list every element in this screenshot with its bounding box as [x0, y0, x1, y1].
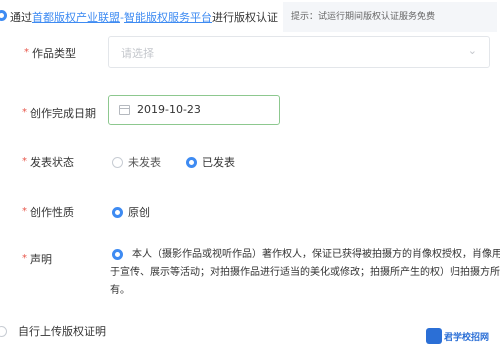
radio-original[interactable]: [112, 207, 123, 218]
free-service-hint: 提示：试运行期间版权认证服务免费: [283, 2, 497, 32]
completion-date-label: 创作完成日期: [30, 107, 96, 120]
platform-prefix: 通过: [10, 11, 32, 24]
platform-suffix: 进行版权认证: [211, 11, 278, 24]
work-type-select[interactable]: 请选择 ⌄: [108, 36, 490, 68]
work-type-placeholder: 请选择: [121, 47, 154, 60]
radio-platform-certification[interactable]: [0, 10, 7, 21]
required-mark: *: [24, 47, 29, 58]
link-smart-copyright-platform[interactable]: 智能版权服务平台: [124, 11, 212, 24]
platform-option-text: 通过首都版权产业联盟-智能版权服务平台进行版权认证: [10, 9, 278, 25]
calendar-icon: [119, 105, 130, 115]
creation-nature-label: 创作性质: [30, 206, 74, 219]
publish-status-label: 发表状态: [30, 156, 74, 169]
watermark-logo: 君学校招网: [426, 328, 498, 346]
option-unpublished[interactable]: 未发表: [128, 154, 161, 170]
option-original[interactable]: 原创: [128, 204, 150, 220]
chevron-down-icon: ⌄: [467, 44, 477, 57]
required-mark: *: [22, 107, 27, 118]
declaration-body: 本人（摄影作品或视听作品）著作权人，保证已获得被拍摄方的肖像权授权，肖像用于宣传…: [110, 249, 500, 296]
completion-date-value: 2019-10-23: [137, 103, 201, 116]
watermark-badge-icon: [426, 328, 442, 344]
declaration-label: 声明: [30, 253, 52, 266]
watermark-text: 君学校招网: [444, 333, 490, 343]
link-capital-copyright-alliance[interactable]: 首都版权产业联盟: [32, 11, 120, 24]
radio-unpublished[interactable]: [112, 157, 123, 168]
required-mark: *: [22, 253, 27, 264]
radio-self-upload[interactable]: [0, 326, 7, 337]
work-type-label: 作品类型: [32, 47, 76, 60]
required-mark: *: [22, 206, 27, 217]
option-published[interactable]: 已发表: [202, 154, 235, 170]
required-mark: *: [22, 156, 27, 167]
self-upload-label[interactable]: 自行上传版权证明: [18, 323, 106, 339]
declaration-text: 本人（摄影作品或视听作品）著作权人，保证已获得被拍摄方的肖像权授权，肖像用于宣传…: [110, 246, 500, 300]
radio-published[interactable]: [186, 157, 197, 168]
completion-date-input[interactable]: 2019-10-23: [108, 95, 280, 125]
